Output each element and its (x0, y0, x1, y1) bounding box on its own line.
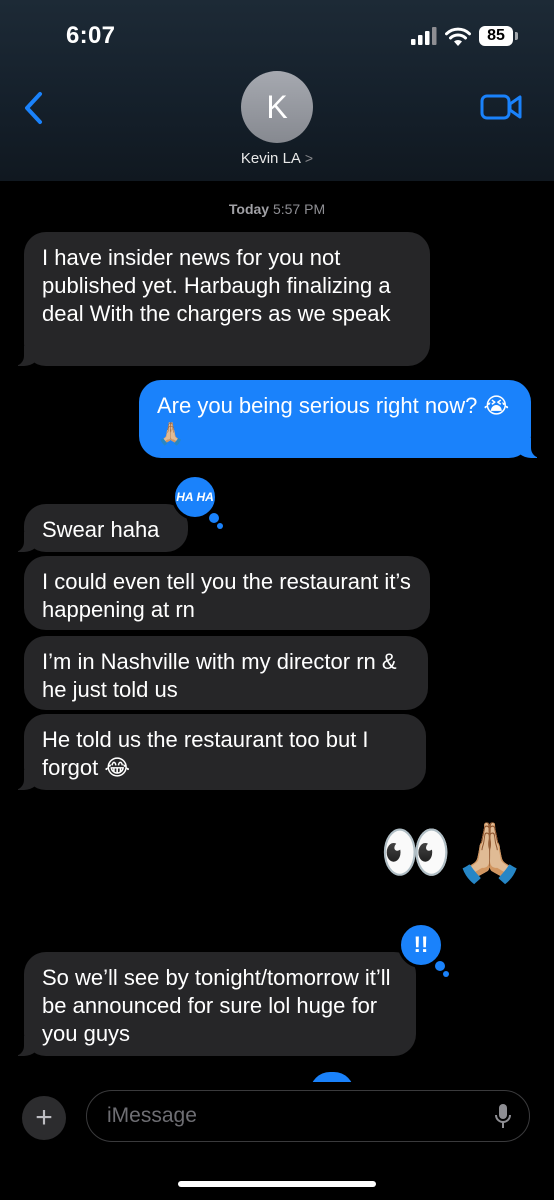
conversation-timestamp: Today 5:57 PM (0, 201, 554, 217)
tapback-label: !! (413, 932, 429, 957)
status-icons: 85 (411, 22, 518, 50)
message-input[interactable] (105, 1103, 469, 1129)
tapback-tail (209, 513, 219, 523)
avatar-initial: K (266, 88, 288, 125)
message-bubble-incoming[interactable]: He told us the restaurant too but I forg… (10, 714, 426, 790)
cellular-signal-icon (411, 27, 437, 45)
timestamp-day: Today (228, 201, 270, 217)
battery-icon: 85 (479, 26, 513, 46)
microphone-icon[interactable] (495, 1103, 511, 1129)
video-camera-icon[interactable] (480, 92, 522, 122)
message-bubble-incoming[interactable]: Swear haha (10, 504, 188, 552)
wifi-icon (445, 27, 471, 46)
plus-icon[interactable]: + (22, 1096, 66, 1140)
message-text: I could even tell you the restaurant it’… (42, 569, 411, 622)
message-bubble-incoming[interactable]: I could even tell you the restaurant it’… (24, 556, 430, 630)
tapback-tail (435, 961, 445, 971)
message-text: I’m in Nashville with my director rn & h… (42, 649, 397, 702)
message-bubble-outgoing[interactable]: Are you being serious right now? 😭🙏🏼 (139, 380, 545, 458)
battery-nub (515, 32, 518, 40)
contact-name-button[interactable]: Kevin LA > (0, 150, 554, 167)
message-text: So we’ll see by tonight/tomorrow it’ll b… (42, 965, 391, 1046)
emoji-only-message[interactable]: 👀🙏🏼 (380, 818, 528, 888)
message-text: He told us the restaurant too but I forg… (42, 727, 369, 780)
message-text: Swear haha (42, 517, 160, 542)
message-bubble-incoming[interactable]: I have insider news for you not publishe… (10, 232, 430, 366)
message-bubble-incoming[interactable]: I’m in Nashville with my director rn & h… (24, 636, 428, 710)
tapback-tail (443, 971, 449, 977)
status-time: 6:07 (66, 22, 116, 49)
tapback-emphasis-icon[interactable]: !! (398, 922, 449, 977)
back-chevron-icon[interactable] (20, 90, 48, 126)
message-text: I have insider news for you not publishe… (42, 245, 391, 326)
contact-avatar[interactable]: K (241, 71, 313, 143)
timestamp-time: 5:57 PM (272, 201, 326, 217)
tapback-label: HA HA (176, 489, 214, 504)
tapback-haha-icon[interactable]: HA HA (172, 474, 223, 529)
contact-name: Kevin LA (240, 150, 301, 167)
message-bubble-incoming[interactable]: So we’ll see by tonight/tomorrow it’ll b… (10, 952, 416, 1056)
tapback-tail (217, 523, 223, 529)
chevron-right-icon: > (304, 150, 314, 166)
home-indicator[interactable] (178, 1181, 376, 1187)
message-field[interactable] (86, 1090, 530, 1142)
message-text: Are you being serious right now? 😭🙏🏼 (157, 393, 510, 446)
